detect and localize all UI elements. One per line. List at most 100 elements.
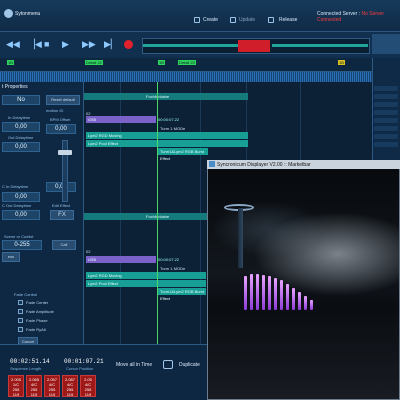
clip[interactable]: r255 bbox=[86, 116, 156, 123]
channel-cell[interactable]: 2.057 4/C 255 119 bbox=[44, 375, 60, 397]
fade-phase-checkbox[interactable] bbox=[18, 318, 23, 323]
channel-cell[interactable]: 2.065 4/C 255 119 bbox=[26, 375, 42, 397]
in-delay-field[interactable]: 0,00 bbox=[2, 122, 40, 132]
edit-effect-label: Edit Effect bbox=[52, 203, 71, 208]
range-field[interactable]: 0-255 bbox=[2, 240, 42, 250]
fast-forward-icon[interactable]: ▶▶ bbox=[82, 40, 96, 49]
app-title: Sytonmenu bbox=[15, 11, 41, 17]
menu-update[interactable]: Update bbox=[239, 17, 255, 23]
app-logo-icon bbox=[4, 9, 13, 18]
water-jet bbox=[304, 296, 307, 310]
channel-cell[interactable]: 2.087 4/C 255 119 bbox=[62, 375, 78, 397]
water-jet bbox=[286, 284, 289, 310]
cursor-position-value: 00:01:07.21 bbox=[64, 358, 104, 365]
less-button[interactable]: ess bbox=[2, 252, 20, 262]
sidebar-item[interactable] bbox=[374, 118, 398, 123]
cell-b: 119 bbox=[66, 392, 74, 397]
stop-icon[interactable]: ■ bbox=[44, 40, 49, 49]
clip[interactable]: Lym2 Pool Effect bbox=[86, 140, 248, 147]
clip[interactable]: Lym2 RGD Moving bbox=[86, 132, 248, 139]
reset-default-button[interactable]: Reset default bbox=[46, 95, 80, 105]
water-jet bbox=[256, 274, 259, 310]
clip-time: 00:00:07.22 bbox=[158, 117, 180, 122]
clip[interactable]: Turm1&Lym2 RGB Burst Effect bbox=[158, 148, 208, 161]
clip[interactable]: Lym2 Pool Effect bbox=[86, 280, 206, 287]
c-out-delay-label: C Out Delaytime bbox=[2, 203, 32, 208]
bpm-offset-field[interactable]: 0,00 bbox=[46, 124, 76, 134]
panel-title: t Properties bbox=[2, 84, 28, 90]
fader-handle[interactable] bbox=[58, 150, 72, 155]
water-jet bbox=[310, 300, 313, 310]
menu-release[interactable]: Release bbox=[279, 17, 297, 23]
fade-center-checkbox[interactable] bbox=[18, 300, 23, 305]
fx-button[interactable]: FX bbox=[50, 210, 74, 220]
sidebar-item[interactable] bbox=[374, 126, 398, 131]
menu-create[interactable]: Create bbox=[203, 17, 218, 23]
bpm-offset-label: BPM Offset bbox=[50, 117, 71, 122]
track-header[interactable]: Fochfontaine bbox=[84, 93, 248, 100]
ruler-marker[interactable]: Detail 22 bbox=[178, 60, 196, 65]
server-status: Connected Server : No Server Connected bbox=[317, 11, 400, 23]
cell-b: 119 bbox=[84, 392, 92, 397]
rewind-icon[interactable]: ◀◀ bbox=[6, 40, 20, 49]
next-marker-icon[interactable]: ▶▏ bbox=[104, 40, 118, 49]
sidebar-item[interactable] bbox=[374, 86, 398, 91]
no-field[interactable]: No bbox=[2, 95, 40, 105]
out-delay-field[interactable]: 0,00 bbox=[2, 142, 40, 152]
duplicate-button[interactable]: Duplicate bbox=[179, 362, 200, 368]
call-button[interactable]: Call bbox=[52, 240, 76, 250]
update-icon[interactable] bbox=[230, 17, 236, 23]
overview-track bbox=[272, 44, 368, 47]
track-label: Turm 1 MODe bbox=[160, 126, 186, 131]
cursor-position-label: Cursor Position bbox=[66, 366, 94, 371]
play-icon[interactable]: ▶ bbox=[62, 40, 69, 49]
track-label: 02 bbox=[86, 249, 91, 254]
preview-window-icon bbox=[209, 161, 215, 167]
record-icon[interactable] bbox=[124, 40, 133, 49]
sidebar-item[interactable] bbox=[374, 134, 398, 139]
move-all-in-time-button[interactable]: Move all in Time bbox=[116, 362, 152, 368]
track-header[interactable]: Fochfontaine bbox=[84, 213, 208, 220]
overview-track bbox=[143, 44, 238, 47]
sidebar-item[interactable] bbox=[374, 110, 398, 115]
track-label: Turm 1 MODe bbox=[160, 266, 186, 271]
clip-time: 00:00:07.22 bbox=[158, 257, 180, 262]
ruler-marker[interactable]: 1B bbox=[338, 60, 345, 65]
cell-b: 119 bbox=[12, 392, 20, 397]
fade-ryalt-checkbox[interactable] bbox=[18, 327, 23, 332]
prev-marker-icon[interactable]: ▕◀ bbox=[28, 40, 42, 49]
clip[interactable]: Lym2 RGD Moving bbox=[86, 272, 206, 279]
fade-ryalt-label: Fade RyAlt bbox=[26, 327, 46, 332]
sequence-length-value: 00:02:51.14 bbox=[10, 358, 50, 365]
sidebar-item[interactable] bbox=[374, 142, 398, 147]
clip[interactable]: r255 bbox=[86, 256, 156, 263]
fade-amplitude-checkbox[interactable] bbox=[18, 309, 23, 314]
channel-cell[interactable]: 2.005 1/C 255 119 bbox=[8, 375, 24, 397]
c-out-delay-field[interactable]: 0,00 bbox=[2, 210, 40, 220]
ruler-marker[interactable]: 1B bbox=[7, 60, 14, 65]
water-jet bbox=[298, 292, 301, 310]
bpm-second-field[interactable]: 0,00 bbox=[46, 182, 76, 192]
water-jet bbox=[262, 275, 265, 310]
preview-title: Syncronicum Displayer V2.00 :: Marketbar bbox=[217, 162, 311, 168]
c-in-delay-field[interactable]: 0,00 bbox=[2, 192, 40, 202]
operation-id-label: eration ID bbox=[46, 108, 64, 113]
channel-cell[interactable]: 2.05 4/C 255 119 bbox=[80, 375, 96, 397]
ruler-marker[interactable]: Detail 22 bbox=[85, 60, 103, 65]
sidebar-item[interactable] bbox=[374, 94, 398, 99]
clip[interactable]: Turm1&Lym2 RGB Burst Effect bbox=[158, 288, 206, 301]
water-jet bbox=[244, 276, 247, 310]
playhead[interactable] bbox=[157, 82, 158, 344]
water-jet bbox=[268, 276, 271, 310]
release-icon[interactable] bbox=[268, 17, 274, 23]
audio-waveform bbox=[0, 72, 372, 82]
tower bbox=[238, 208, 243, 268]
sidebar-item[interactable] bbox=[374, 102, 398, 107]
fade-control-label: Fade Control bbox=[14, 292, 38, 297]
panel-toggle[interactable] bbox=[372, 34, 400, 54]
overview-selection bbox=[238, 40, 270, 52]
duplicate-icon[interactable] bbox=[163, 360, 173, 369]
create-icon[interactable] bbox=[194, 17, 200, 23]
fade-amplitude-label: Fade Amplitude bbox=[26, 309, 54, 314]
ruler-marker[interactable]: 1B bbox=[158, 60, 165, 65]
